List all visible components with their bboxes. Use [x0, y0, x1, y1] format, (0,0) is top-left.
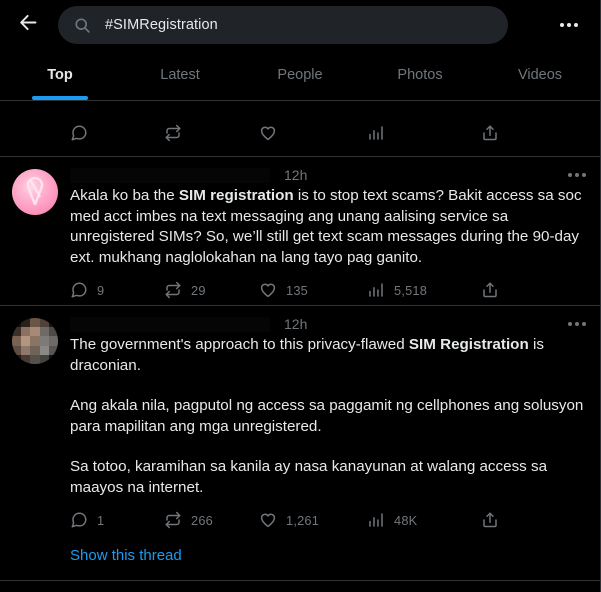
tweet-text: The government's approach to this privac…: [70, 335, 586, 498]
tweet-privacy-flawed-draconian[interactable]: 12h The government's approach to this pr…: [0, 306, 600, 581]
tweet-actions: 9 29 135 5,518: [70, 279, 540, 301]
more-horizontal-icon: [568, 322, 586, 326]
tweet-meta-row: 12h: [70, 165, 586, 185]
like-count: 1,261: [286, 512, 320, 528]
tweet-actions: [70, 122, 540, 144]
timestamp: 12h: [284, 167, 308, 183]
views-bar-chart-icon: [367, 511, 385, 529]
author-name-redacted: [70, 316, 270, 332]
share-button[interactable]: [481, 511, 521, 529]
tab-photos[interactable]: Photos: [360, 50, 480, 100]
views-count: 5,518: [394, 282, 428, 298]
tab-latest[interactable]: Latest: [120, 50, 240, 100]
show-this-thread-link[interactable]: Show this thread: [70, 547, 182, 564]
search-header: [0, 0, 600, 50]
header-overflow-button[interactable]: [552, 8, 586, 42]
avatar-column: [12, 152, 60, 156]
views-button[interactable]: 48K: [367, 511, 481, 529]
tab-videos-label: Videos: [517, 67, 563, 83]
views-count: 48K: [394, 512, 418, 528]
tab-videos[interactable]: Videos: [480, 50, 600, 100]
author-name-redacted: [70, 167, 270, 183]
back-button[interactable]: [10, 7, 46, 43]
reply-icon: [70, 511, 88, 529]
avatar[interactable]: [12, 169, 58, 215]
retweet-icon: [164, 511, 182, 529]
tweet-text-bold-segment: SIM registration: [178, 187, 294, 204]
like-count: 135: [286, 282, 308, 298]
reply-count: 9: [97, 282, 105, 298]
tweet-paragraph: Sa totoo, karamihan sa kanila ay nasa ka…: [70, 458, 548, 496]
search-icon: [74, 17, 91, 34]
tweet-body: 12h Akala ko ba the SIM registration is …: [60, 165, 586, 301]
reply-icon: [70, 281, 88, 299]
tweet-paragraph: Ang akala nila, pagputol ng access sa pa…: [70, 397, 584, 435]
tab-photos-label: Photos: [397, 67, 443, 83]
retweet-button[interactable]: 29: [164, 281, 259, 299]
heart-icon: [259, 511, 277, 529]
tweet-paragraph: The government's approach to this privac…: [70, 335, 586, 376]
more-horizontal-icon: [560, 23, 578, 27]
tweet-meta-row: 12h: [70, 314, 586, 334]
retweet-count: 266: [191, 512, 213, 528]
tweet-text-bold-segment: SIM Registration: [408, 336, 529, 353]
share-icon: [481, 124, 499, 142]
twitter-search-results-screen: Top Latest People Photos Videos: [0, 0, 601, 592]
reply-button[interactable]: 1: [70, 511, 164, 529]
like-button[interactable]: 135: [259, 281, 367, 299]
views-bar-chart-icon: [367, 281, 385, 299]
share-button[interactable]: [481, 281, 521, 299]
retweet-button[interactable]: [164, 124, 259, 142]
search-tabs: Top Latest People Photos Videos: [0, 50, 600, 101]
tweet-text: Akala ko ba the SIM registration is to s…: [70, 186, 586, 268]
avatar-column: [12, 314, 60, 576]
retweet-button[interactable]: 266: [164, 511, 259, 529]
tab-latest-label: Latest: [160, 67, 200, 83]
timestamp: 12h: [284, 316, 308, 332]
avatar[interactable]: [12, 318, 58, 364]
like-button[interactable]: 1,261: [259, 511, 367, 529]
tab-people[interactable]: People: [240, 50, 360, 100]
tweet-body: [60, 122, 586, 156]
views-bar-chart-icon: [367, 124, 385, 142]
more-horizontal-icon: [568, 173, 586, 177]
like-button[interactable]: [259, 124, 367, 142]
tab-top[interactable]: Top: [0, 50, 120, 100]
tweet-text-segment: Akala ko ba the: [70, 187, 179, 204]
heart-icon: [259, 281, 277, 299]
heart-icon: [259, 124, 277, 142]
views-button[interactable]: [367, 124, 481, 142]
avatar-column: [12, 165, 60, 301]
tweet-sim-registration-scams[interactable]: 12h Akala ko ba the SIM registration is …: [0, 157, 600, 306]
share-icon: [481, 281, 499, 299]
share-icon: [481, 511, 499, 529]
arrow-left-icon: [18, 12, 39, 38]
retweet-icon: [164, 124, 182, 142]
ribbon-icon: [24, 176, 46, 206]
views-button[interactable]: 5,518: [367, 281, 481, 299]
tweet-actions: 1 266 1,261 48K: [70, 509, 540, 531]
search-field[interactable]: [58, 6, 508, 44]
search-results-feed: 12h Akala ko ba the SIM registration is …: [0, 101, 600, 581]
tab-top-label: Top: [47, 67, 73, 83]
tweet-overflow-button[interactable]: [558, 315, 586, 333]
share-button[interactable]: [481, 124, 521, 142]
search-input[interactable]: [105, 17, 492, 33]
tweet-partial-top[interactable]: [0, 101, 600, 157]
retweet-count: 29: [191, 282, 206, 298]
tweet-body: 12h The government's approach to this pr…: [60, 314, 586, 576]
retweet-icon: [164, 281, 182, 299]
reply-icon: [70, 124, 88, 142]
reply-button[interactable]: [70, 124, 164, 142]
reply-button[interactable]: 9: [70, 281, 164, 299]
reply-count: 1: [97, 512, 105, 528]
tweet-text-segment: The government's approach to this privac…: [70, 336, 409, 353]
tab-people-label: People: [277, 67, 323, 83]
tab-active-underline: [32, 96, 88, 100]
tweet-overflow-button[interactable]: [558, 166, 586, 184]
